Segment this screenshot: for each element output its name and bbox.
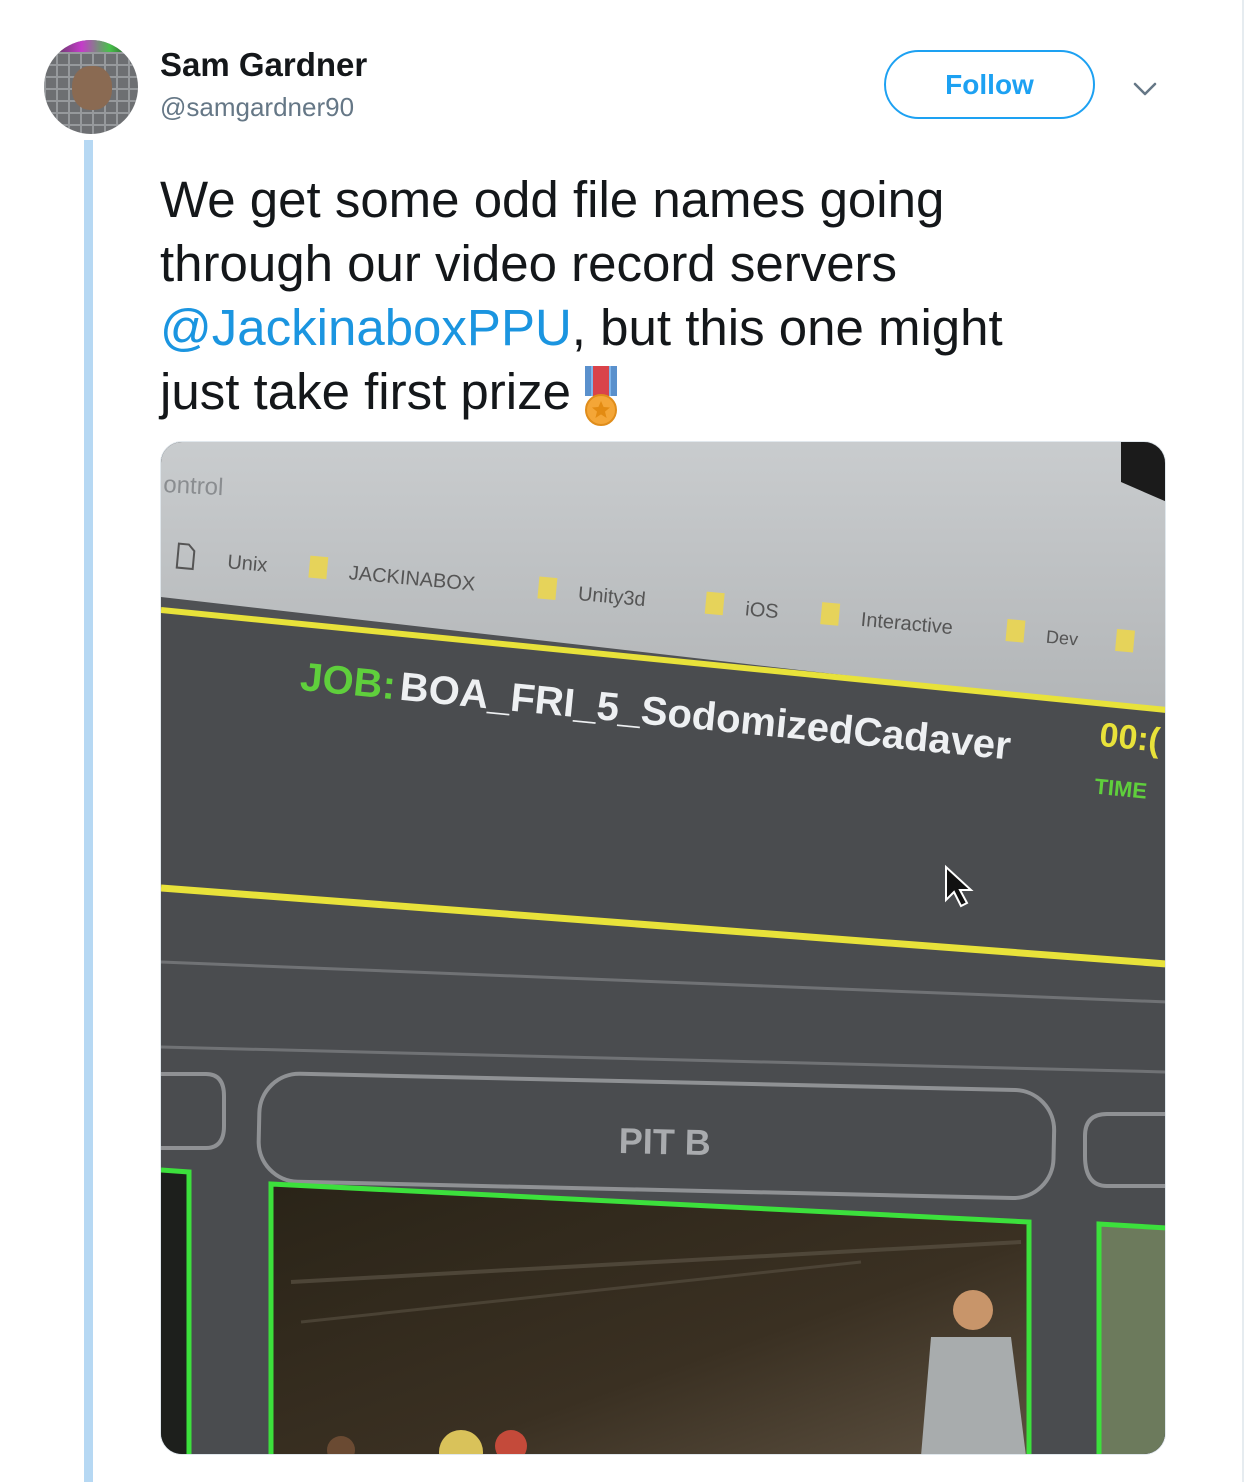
pit-b-label: PIT B [618, 1120, 711, 1163]
tweet-photo[interactable]: ontrol Unix JACKINABOX Unity3d iOS Inter… [160, 441, 1166, 1455]
folder-icon [308, 555, 329, 580]
mention-link[interactable]: @JackinaboxPPU [160, 299, 572, 356]
window-title-fragment: ontrol [163, 471, 224, 501]
folder-icon [537, 576, 558, 600]
bookmark-ios[interactable]: iOS [744, 598, 779, 623]
avatar[interactable] [44, 40, 138, 134]
follow-button[interactable]: Follow [884, 50, 1095, 119]
folder-icon [1115, 629, 1135, 653]
tweet-line-4: just take first prize [160, 360, 1180, 428]
photo-canvas: ontrol Unix JACKINABOX Unity3d iOS Inter… [161, 442, 1165, 1455]
time-label: TIME [1093, 774, 1148, 804]
tweet-line-3: @JackinaboxPPU, but this one might [160, 296, 1180, 360]
tweet-line-1: We get some odd file names going [160, 171, 945, 228]
tweet-line-2: through our video record servers [160, 235, 898, 292]
folder-icon [704, 591, 725, 616]
chevron-down-icon[interactable] [1130, 74, 1160, 104]
video-preview-pit-b[interactable] [271, 1184, 1029, 1455]
tweet-line-3-rest: , but this one might [571, 299, 1003, 356]
user-handle[interactable]: @samgardner90 [160, 92, 354, 123]
folder-icon [820, 602, 841, 626]
tweet-line-4-text: just take first prize [160, 363, 571, 420]
user-name[interactable]: Sam Gardner [160, 46, 367, 84]
timer: 00:( [1098, 716, 1163, 760]
folder-icon [1005, 619, 1026, 643]
military-medal-icon [584, 365, 617, 426]
thread-line [84, 140, 93, 1482]
bookmark-dev[interactable]: Dev [1045, 627, 1079, 650]
bookmark-unix[interactable]: Unix [226, 551, 268, 577]
tweet-text: We get some odd file names going through… [160, 168, 1180, 428]
job-label: JOB: [298, 655, 397, 708]
